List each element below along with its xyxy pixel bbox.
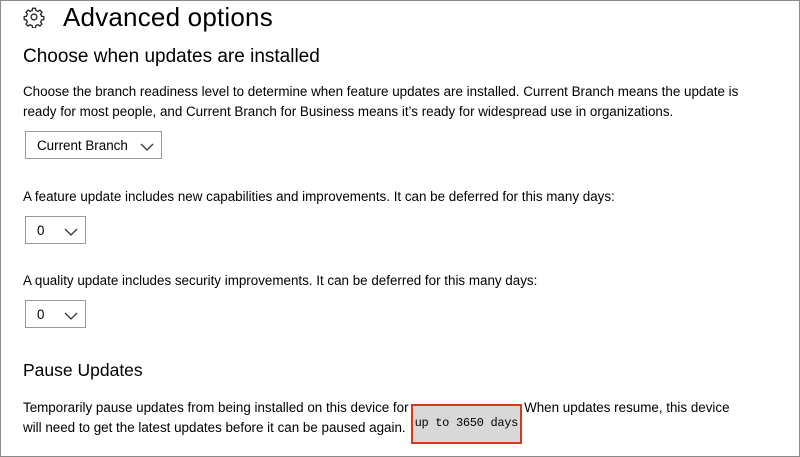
feature-update-description: A feature update includes new capabiliti… <box>23 189 615 204</box>
pause-updates-heading: Pause Updates <box>23 360 143 380</box>
feature-deferral-value: 0 <box>37 222 45 238</box>
chevron-down-icon <box>140 140 154 151</box>
chevron-down-icon <box>64 225 78 236</box>
feature-deferral-dropdown[interactable]: 0 <box>25 216 86 244</box>
branch-section-heading: Choose when updates are installed <box>23 46 320 67</box>
quality-deferral-dropdown[interactable]: 0 <box>25 300 86 328</box>
branch-description-line1: Choose the branch readiness level to det… <box>23 84 739 99</box>
pause-text-before: Temporarily pause updates from being ins… <box>23 400 409 415</box>
chevron-down-icon <box>64 309 78 320</box>
page-header: Advanced options <box>23 1 273 33</box>
page-title: Advanced options <box>63 1 273 32</box>
gear-icon <box>23 6 45 29</box>
pause-description-line2: will need to get the latest updates befo… <box>23 420 406 435</box>
branch-readiness-dropdown[interactable]: Current Branch <box>25 131 162 159</box>
quality-update-description: A quality update includes security impro… <box>23 273 538 288</box>
branch-description-line2: ready for most people, and Current Branc… <box>23 104 674 119</box>
pause-text-after: When updates resume, this device <box>524 400 730 415</box>
highlighted-duration: up to 3650 days <box>410 404 523 444</box>
branch-readiness-value: Current Branch <box>37 137 128 153</box>
quality-deferral-value: 0 <box>37 306 45 322</box>
settings-window: Advanced options Choose when updates are… <box>0 0 800 457</box>
